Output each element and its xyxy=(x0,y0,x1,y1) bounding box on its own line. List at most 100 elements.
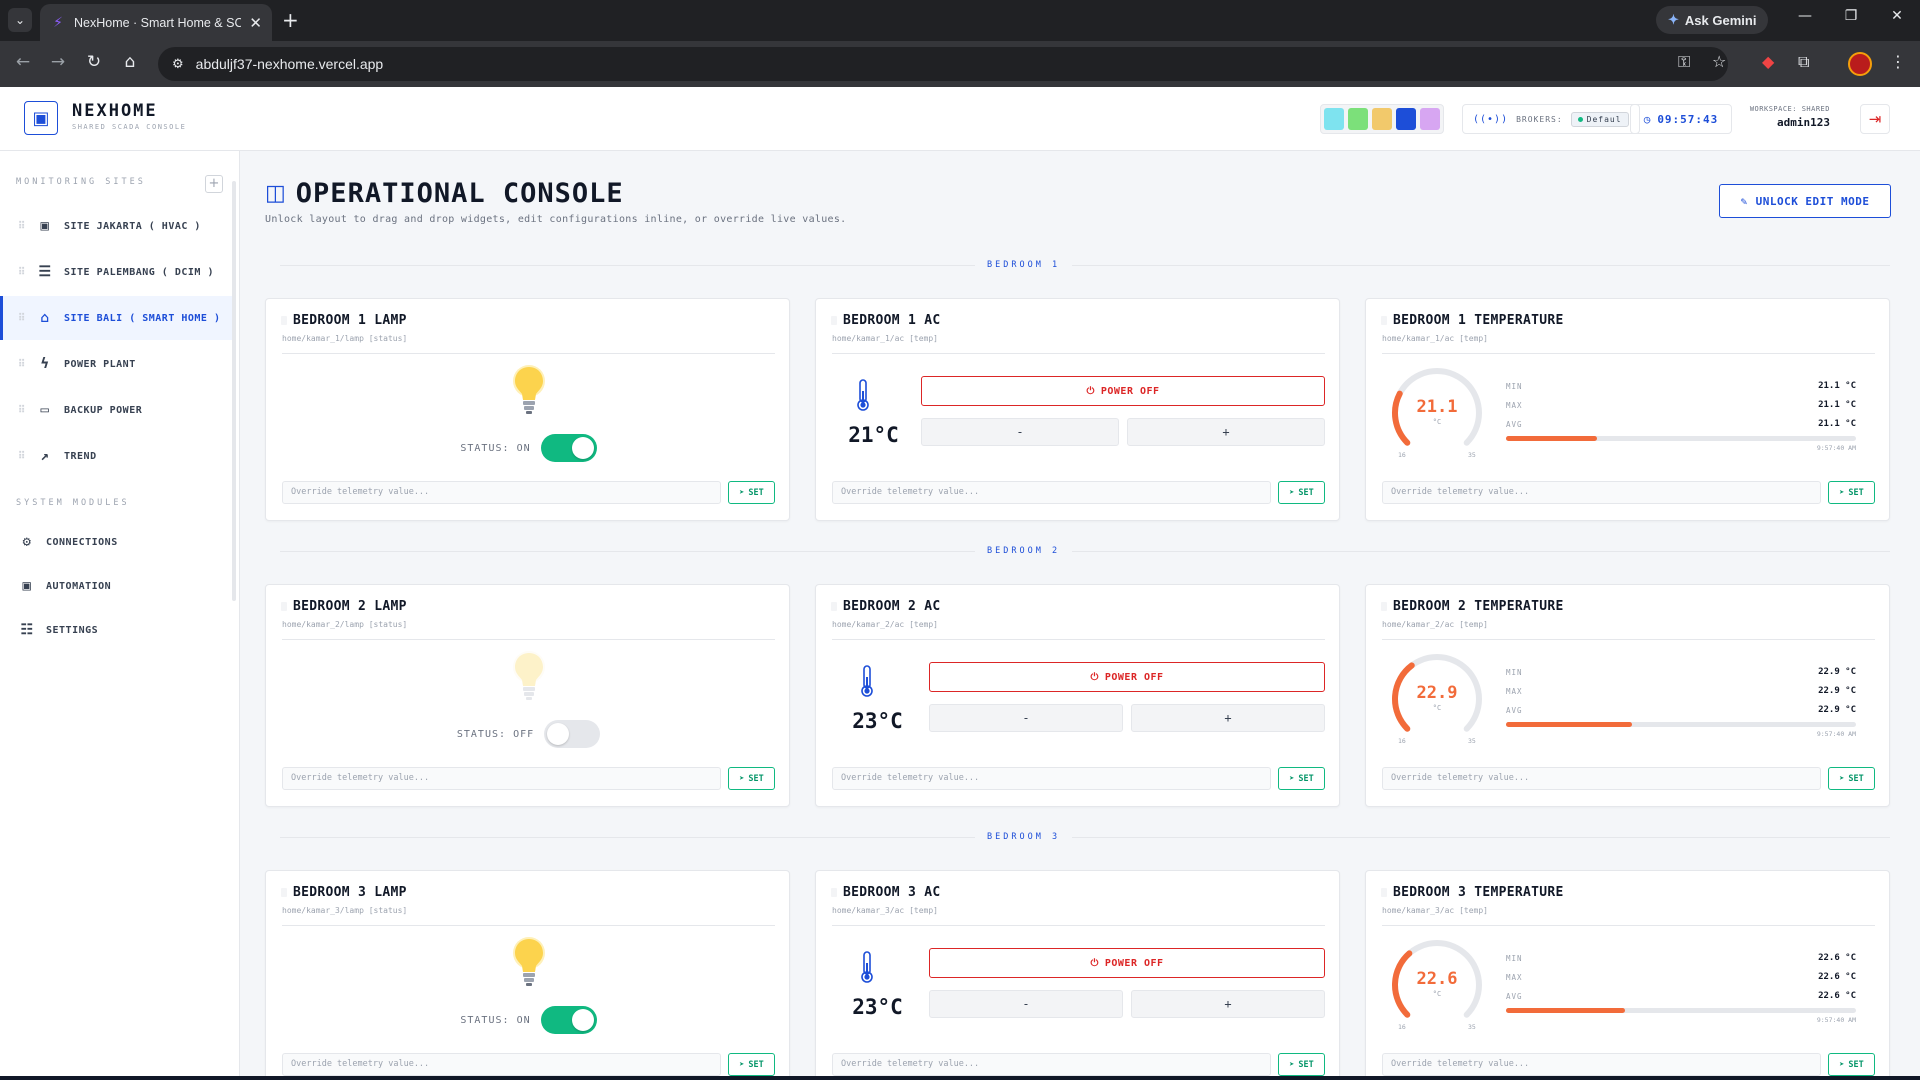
theme-swatch[interactable] xyxy=(1420,108,1440,130)
sidebar-item-site[interactable]: ⠿ ⌂ SITE BALI ( SMART HOME ) xyxy=(0,296,234,340)
lamp-toggle[interactable] xyxy=(540,434,597,462)
sidebar-item-site[interactable]: ⠿ ▭ BACKUP POWER xyxy=(0,388,234,432)
profile-avatar[interactable] xyxy=(1848,52,1872,76)
drag-handle-icon[interactable]: ⠿ xyxy=(18,267,26,278)
extensions-puzzle-icon[interactable]: ⧉ xyxy=(1798,52,1809,72)
password-key-icon[interactable]: ⚿ xyxy=(1678,52,1690,72)
drag-handle-icon[interactable] xyxy=(831,888,837,897)
card-topic: home/kamar_2/lamp [status] xyxy=(282,620,408,629)
drag-handle-icon[interactable]: ⠿ xyxy=(18,451,26,462)
sidebar-item-site[interactable]: ⠿ ☰ SITE PALEMBANG ( DCIM ) xyxy=(0,250,234,294)
drag-handle-icon[interactable] xyxy=(281,888,287,897)
theme-swatch[interactable] xyxy=(1324,108,1344,130)
forward-icon[interactable]: → xyxy=(46,52,70,72)
drag-handle-icon[interactable]: ⠿ xyxy=(18,405,26,416)
sidebar-item-site[interactable]: ⠿ ▣ SITE JAKARTA ( HVAC ) xyxy=(0,204,234,248)
increase-button[interactable]: + xyxy=(1127,418,1325,446)
power-off-button[interactable]: ⏻ POWER OFF xyxy=(929,662,1325,692)
add-site-button[interactable]: + xyxy=(205,175,223,193)
power-off-button[interactable]: ⏻ POWER OFF xyxy=(929,948,1325,978)
drag-handle-icon[interactable] xyxy=(1381,316,1387,325)
tab-search-icon[interactable]: ⌄ xyxy=(8,8,32,32)
close-tab-icon[interactable]: ✕ xyxy=(249,14,262,32)
new-tab-icon[interactable]: + xyxy=(282,9,299,31)
sidebar-item-site[interactable]: ⠿ ϟ POWER PLANT xyxy=(0,342,234,386)
sidebar-item-label: AUTOMATION xyxy=(46,580,112,592)
theme-swatch[interactable] xyxy=(1348,108,1368,130)
bookmark-star-icon[interactable]: ☆ xyxy=(1712,52,1726,71)
stat-value: 21.1 °C xyxy=(1818,400,1856,410)
card-divider xyxy=(1382,353,1875,354)
drag-handle-icon[interactable]: ⠿ xyxy=(18,221,26,232)
logout-button[interactable]: ⇥ xyxy=(1860,104,1890,134)
increase-button[interactable]: + xyxy=(1131,990,1325,1018)
drag-handle-icon[interactable] xyxy=(831,316,837,325)
decrease-button[interactable]: - xyxy=(929,704,1123,732)
address-bar[interactable]: ⚙ abduljf37-nexhome.vercel.app xyxy=(158,47,1728,81)
override-input[interactable]: Override telemetry value... xyxy=(282,481,721,504)
brokers-indicator[interactable]: ((•)) BROKERS: Defaul xyxy=(1462,104,1640,134)
stat-label: MIN xyxy=(1506,668,1523,677)
set-button[interactable]: ➤ SET xyxy=(728,1053,775,1076)
stat-row: MAX 21.1 °C xyxy=(1506,398,1876,417)
site-info-icon[interactable]: ⚙ xyxy=(172,57,184,72)
theme-swatch[interactable] xyxy=(1396,108,1416,130)
set-button[interactable]: ➤ SET xyxy=(728,481,775,504)
drag-handle-icon[interactable]: ⠿ xyxy=(18,313,26,324)
close-window-icon[interactable]: ✕ xyxy=(1877,8,1917,24)
override-input[interactable]: Override telemetry value... xyxy=(282,1053,721,1076)
ask-gemini-button[interactable]: ✦ Ask Gemini xyxy=(1656,6,1769,34)
reload-icon[interactable]: ↻ xyxy=(82,52,106,72)
override-input[interactable]: Override telemetry value... xyxy=(1382,767,1821,790)
override-input[interactable]: Override telemetry value... xyxy=(282,767,721,790)
set-button[interactable]: ➤ SET xyxy=(1828,1053,1875,1076)
set-button[interactable]: ➤ SET xyxy=(1278,1053,1325,1076)
browser-menu-icon[interactable]: ⋮ xyxy=(1890,52,1906,71)
unlock-edit-mode-button[interactable]: ✎ UNLOCK EDIT MODE xyxy=(1719,184,1891,218)
send-icon: ➤ xyxy=(1289,1059,1295,1070)
override-input[interactable]: Override telemetry value... xyxy=(1382,481,1821,504)
override-input[interactable]: Override telemetry value... xyxy=(1382,1053,1821,1076)
gauge-min-label: 16 xyxy=(1398,737,1406,745)
drag-handle-icon[interactable] xyxy=(1381,602,1387,611)
thermometer-icon xyxy=(860,951,874,983)
drag-handle-icon[interactable] xyxy=(281,316,287,325)
battery-icon: ▭ xyxy=(40,402,50,418)
sidebar-item-module[interactable]: ☷ SETTINGS xyxy=(0,608,234,652)
drag-handle-icon[interactable] xyxy=(281,602,287,611)
set-button[interactable]: ➤ SET xyxy=(1278,767,1325,790)
home-icon[interactable]: ⌂ xyxy=(118,52,142,72)
minimize-icon[interactable]: — xyxy=(1785,8,1825,24)
decrease-button[interactable]: - xyxy=(929,990,1123,1018)
broker-name: Defaul xyxy=(1586,114,1622,124)
theme-swatch[interactable] xyxy=(1372,108,1392,130)
card-title-text: BEDROOM 1 TEMPERATURE xyxy=(1393,313,1564,328)
temperature-bar xyxy=(1506,436,1856,441)
sidebar-item-module[interactable]: ▣ AUTOMATION xyxy=(0,564,234,608)
sidebar-item-site[interactable]: ⠿ ↗ TREND xyxy=(0,434,234,478)
sidebar-item-module[interactable]: ⚙ CONNECTIONS xyxy=(0,520,234,564)
drag-handle-icon[interactable] xyxy=(831,602,837,611)
set-button[interactable]: ➤ SET xyxy=(1828,767,1875,790)
drag-handle-icon[interactable] xyxy=(1381,888,1387,897)
broker-select[interactable]: Defaul xyxy=(1570,111,1629,127)
set-button[interactable]: ➤ SET xyxy=(728,767,775,790)
stat-row: MAX 22.6 °C xyxy=(1506,970,1876,989)
set-button[interactable]: ➤ SET xyxy=(1828,481,1875,504)
browser-tab[interactable]: ⚡ NexHome · Smart Home & SCADA ✕ xyxy=(40,4,272,41)
restore-icon[interactable]: ❐ xyxy=(1831,8,1871,24)
power-off-button[interactable]: ⏻ POWER OFF xyxy=(921,376,1325,406)
sidebar-scrollbar[interactable] xyxy=(232,181,236,601)
override-input[interactable]: Override telemetry value... xyxy=(832,1053,1271,1076)
drag-handle-icon[interactable]: ⠿ xyxy=(18,359,26,370)
lamp-toggle[interactable] xyxy=(544,720,601,748)
back-icon[interactable]: ← xyxy=(11,52,35,72)
override-input[interactable]: Override telemetry value... xyxy=(832,767,1271,790)
set-button[interactable]: ➤ SET xyxy=(1278,481,1325,504)
extension-icon[interactable]: ◆ xyxy=(1762,52,1774,71)
lamp-toggle[interactable] xyxy=(540,1006,597,1034)
override-input[interactable]: Override telemetry value... xyxy=(832,481,1271,504)
decrease-button[interactable]: - xyxy=(921,418,1119,446)
card-topic: home/kamar_3/ac [temp] xyxy=(832,906,938,915)
increase-button[interactable]: + xyxy=(1131,704,1325,732)
